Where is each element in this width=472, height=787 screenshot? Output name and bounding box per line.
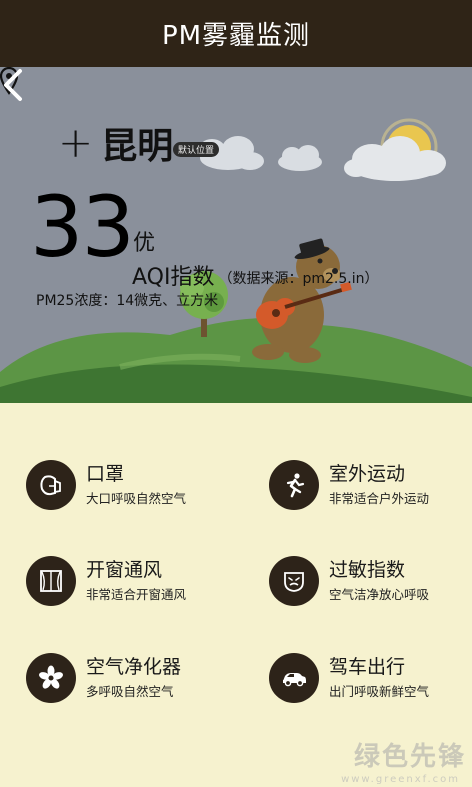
aqi-label-row: AQI指数 （数据来源：pm2.5.in） bbox=[132, 259, 378, 291]
advice-title: 驾车出行 bbox=[329, 655, 406, 678]
default-location-badge: 默认位置 bbox=[173, 142, 220, 157]
cloud-icon bbox=[278, 145, 322, 171]
back-arrow-icon[interactable] bbox=[0, 67, 26, 103]
aqi-level: 优 bbox=[133, 231, 156, 256]
app-title-bar: PM雾霾监测 bbox=[0, 0, 472, 67]
car-icon bbox=[283, 673, 306, 687]
advice-title: 开窗通风 bbox=[86, 558, 163, 581]
aqi-value: 33 bbox=[30, 178, 135, 276]
window-icon bbox=[40, 570, 62, 592]
advice-subtitle: 多呼吸自然空气 bbox=[86, 684, 174, 700]
advice-subtitle: 空气洁净放心呼吸 bbox=[329, 587, 430, 603]
advice-title: 空气净化器 bbox=[86, 655, 182, 678]
weather-hero: + 昆明 默认位置 33 优 AQI指数 （数据来源：pm2.5.in） PM2… bbox=[0, 67, 472, 403]
mask-icon bbox=[40, 475, 61, 496]
advice-item-mask[interactable]: 口罩 大口呼吸自然空气 bbox=[26, 460, 186, 510]
allergy-face-icon bbox=[284, 572, 304, 592]
advice-title: 口罩 bbox=[86, 462, 125, 485]
advice-subtitle: 非常适合户外运动 bbox=[329, 491, 430, 507]
advice-item-allergy[interactable]: 过敏指数 空气洁净放心呼吸 bbox=[269, 556, 429, 606]
advice-item-driving[interactable]: 驾车出行 出门呼吸新鲜空气 bbox=[269, 653, 429, 703]
advice-title: 室外运动 bbox=[329, 462, 406, 485]
advice-subtitle: 非常适合开窗通风 bbox=[86, 587, 187, 603]
runner-icon bbox=[286, 473, 305, 498]
advice-subtitle: 出门呼吸新鲜空气 bbox=[329, 684, 430, 700]
cloud-icon bbox=[344, 136, 446, 181]
advice-panel: 口罩 大口呼吸自然空气 室外运动 非常适合户外运动 开窗通风 非常适合开窗通风 … bbox=[0, 403, 472, 787]
aqi-source: （数据来源：pm2.5.in） bbox=[218, 271, 379, 287]
flower-icon bbox=[39, 665, 63, 689]
advice-subtitle: 大口呼吸自然空气 bbox=[86, 491, 187, 507]
add-city-button[interactable]: + bbox=[58, 122, 93, 164]
city-name[interactable]: 昆明 bbox=[101, 117, 173, 169]
advice-title: 过敏指数 bbox=[329, 558, 406, 581]
advice-item-air-purifier[interactable]: 空气净化器 多呼吸自然空气 bbox=[26, 653, 181, 703]
app-title: PM雾霾监测 bbox=[161, 21, 311, 51]
pm25-concentration: PM25浓度：14微克、立方米 bbox=[36, 293, 219, 309]
aqi-label: AQI指数 bbox=[132, 265, 215, 290]
location-row: + 昆明 bbox=[58, 117, 173, 169]
advice-item-outdoor-sport[interactable]: 室外运动 非常适合户外运动 bbox=[269, 460, 429, 510]
advice-item-ventilation[interactable]: 开窗通风 非常适合开窗通风 bbox=[26, 556, 186, 606]
watermark-url: www.greenxf.com bbox=[341, 774, 460, 785]
watermark-logo: 绿色先锋 bbox=[353, 742, 466, 772]
